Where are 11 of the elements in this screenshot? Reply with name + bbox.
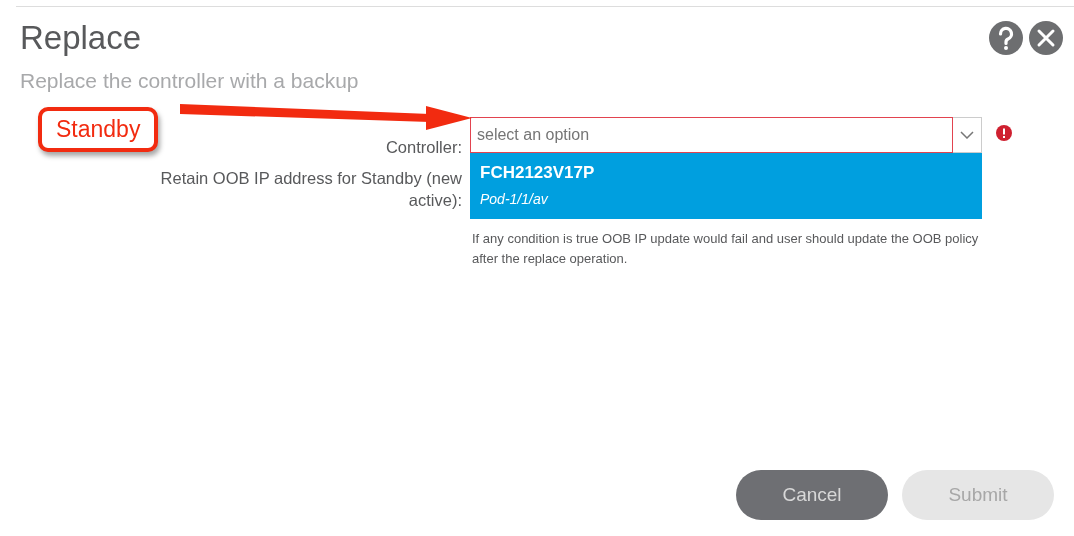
dialog-title: Replace <box>20 19 143 57</box>
field-label: Retain OOB IP address for Standby (new active): <box>159 168 463 211</box>
close-icon[interactable] <box>1028 20 1064 56</box>
callout-label: Standby <box>38 107 159 152</box>
error-icon <box>996 125 1012 141</box>
dialog-subtitle: Replace the controller with a backup <box>19 68 360 93</box>
field-label: Controller: <box>385 137 463 157</box>
dialog-button[interactable]: Cancel <box>736 470 888 520</box>
help-icon[interactable] <box>988 20 1024 56</box>
select-field[interactable]: select an option <box>470 117 953 153</box>
help-text: If any condition is true OOB IP update would fail and user should update the OOB policy after the replace operation. <box>471 230 980 268</box>
